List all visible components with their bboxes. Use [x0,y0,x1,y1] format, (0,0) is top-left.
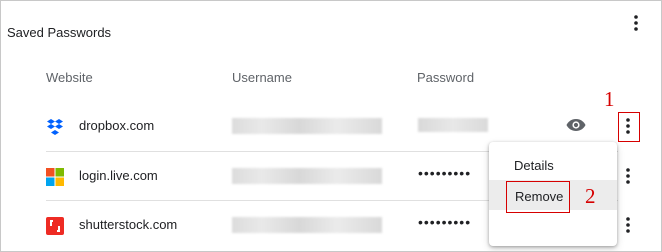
shutterstock-logo-icon [46,217,64,235]
row-more-actions-button[interactable] [618,164,638,188]
step-2-highlight-box [506,181,570,213]
password-masked: ••••••••• [418,165,472,181]
more-actions-button[interactable] [626,11,646,35]
column-header-password: Password [417,70,475,85]
menu-item-details[interactable]: Details [489,150,617,180]
step-2-number: 2 [585,184,596,208]
section-title: Saved Passwords [7,25,112,40]
step-1-highlight-box [618,112,640,142]
username-value-redacted [232,118,382,134]
vertical-dots-icon [626,217,630,233]
vertical-dots-icon [634,15,638,31]
username-value-redacted [232,217,382,233]
site-name[interactable]: dropbox.com [79,118,154,133]
step-1-number: 1 [604,87,615,111]
password-masked: ••••••••• [418,214,472,230]
dropbox-logo-icon [47,119,63,135]
saved-passwords-panel: Saved Passwords Website Username Passwor… [0,0,662,252]
vertical-dots-icon [626,168,630,184]
site-name[interactable]: login.live.com [79,168,158,183]
menu-item-label: Details [514,158,554,173]
row-more-actions-button[interactable] [618,213,638,237]
microsoft-logo-icon [46,168,64,186]
show-password-icon[interactable] [566,118,586,132]
column-header-website: Website [46,70,93,85]
column-header-username: Username [232,70,292,85]
username-value-redacted [232,168,382,184]
password-value-redacted [418,118,488,132]
site-name[interactable]: shutterstock.com [79,217,177,232]
